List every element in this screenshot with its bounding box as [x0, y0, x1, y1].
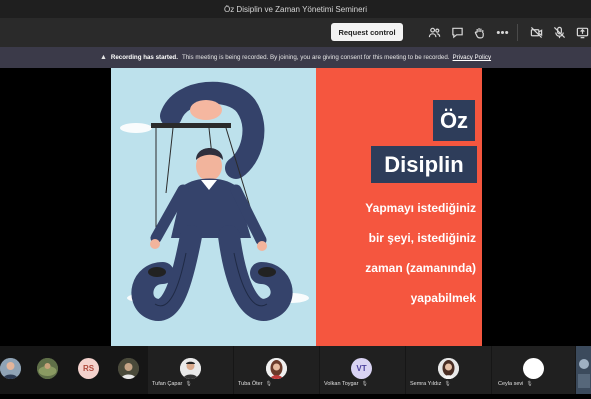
slide-text-panel: Öz Disiplin Yapmayı istediğiniz bir şeyi…	[316, 68, 482, 346]
participant-tile[interactable]: Semra Yıldız 🎙	[406, 346, 491, 394]
mic-off-icon: 🎙	[526, 381, 533, 387]
mic-off-icon: 🎙	[444, 381, 451, 387]
slide-heading-disiplin: Disiplin	[371, 146, 477, 183]
avatar	[438, 358, 459, 379]
more-icon[interactable]	[495, 25, 509, 39]
avatar	[266, 358, 287, 379]
mic-off-icon: 🎙	[361, 381, 368, 387]
slide-line: Yapmayı istediğiniz	[365, 201, 476, 215]
window-title: Öz Disiplin ve Zaman Yönetimi Semineri	[223, 4, 367, 14]
mic-off-icon[interactable]	[552, 25, 566, 39]
avatar	[180, 358, 201, 379]
participant-tile[interactable]: Ceyla sevi 🎙	[492, 346, 575, 394]
avatar-initials: RS	[82, 364, 95, 373]
participant-name: Tuba Öter 🎙	[238, 381, 272, 387]
avatar[interactable]	[37, 358, 58, 379]
avatar-initials: VT	[356, 364, 367, 373]
camera-off-icon[interactable]	[529, 25, 543, 39]
warning-icon: ▲	[99, 54, 107, 61]
request-control-button[interactable]: Request control	[331, 23, 403, 41]
share-icon[interactable]	[575, 25, 589, 39]
participant-tile[interactable]: VT Volkan Toygar 🎙	[320, 346, 405, 394]
privacy-policy-link[interactable]: Privacy Policy	[453, 54, 492, 61]
participant-name: Tufan Çapar 🎙	[152, 381, 192, 387]
participant-name: Volkan Toygar 🎙	[324, 381, 368, 387]
people-icon[interactable]	[427, 25, 441, 39]
puppet-illustration	[120, 81, 309, 321]
participant-name: Ceyla sevi 🎙	[498, 381, 533, 387]
meeting-toolbar: Request control	[0, 18, 591, 47]
avatar[interactable]	[118, 358, 139, 379]
slide-line: bir şeyi, istediğiniz	[368, 231, 476, 245]
title-bar: Öz Disiplin ve Zaman Yönetimi Semineri	[0, 0, 591, 18]
slide-heading-oz: Öz	[433, 100, 475, 141]
shared-screen: Öz Disiplin Yapmayı istediğiniz bir şeyi…	[0, 68, 591, 346]
recording-message: This meeting is being recorded. By joini…	[181, 54, 450, 61]
recording-banner: ▲ Recording has started. This meeting is…	[0, 47, 591, 68]
participant-strip: RS Tufan Çapar 🎙 Tuba Öter 🎙 VT Volkan Toy…	[0, 346, 591, 394]
participant-name: Semra Yıldız 🎙	[410, 381, 451, 387]
recording-title: Recording has started.	[110, 54, 178, 61]
slide-line: yapabilmek	[410, 291, 476, 305]
mic-off-icon: 🎙	[265, 381, 272, 387]
avatar: VT	[351, 358, 372, 379]
mic-off-icon: 🎙	[185, 381, 192, 387]
avatar	[523, 358, 544, 379]
chat-icon[interactable]	[450, 25, 464, 39]
participant-tile[interactable]: Tufan Çapar 🎙	[148, 346, 233, 394]
participant-tile[interactable]: Tuba Öter 🎙	[234, 346, 319, 394]
raise-hand-icon[interactable]	[472, 25, 486, 39]
slide-illustration	[111, 68, 316, 346]
slide-line: zaman (zamanında)	[365, 261, 476, 275]
participant-tile-partial[interactable]	[576, 346, 591, 394]
toolbar-divider	[517, 24, 518, 41]
avatar[interactable]: RS	[78, 358, 99, 379]
avatar[interactable]	[0, 358, 21, 379]
